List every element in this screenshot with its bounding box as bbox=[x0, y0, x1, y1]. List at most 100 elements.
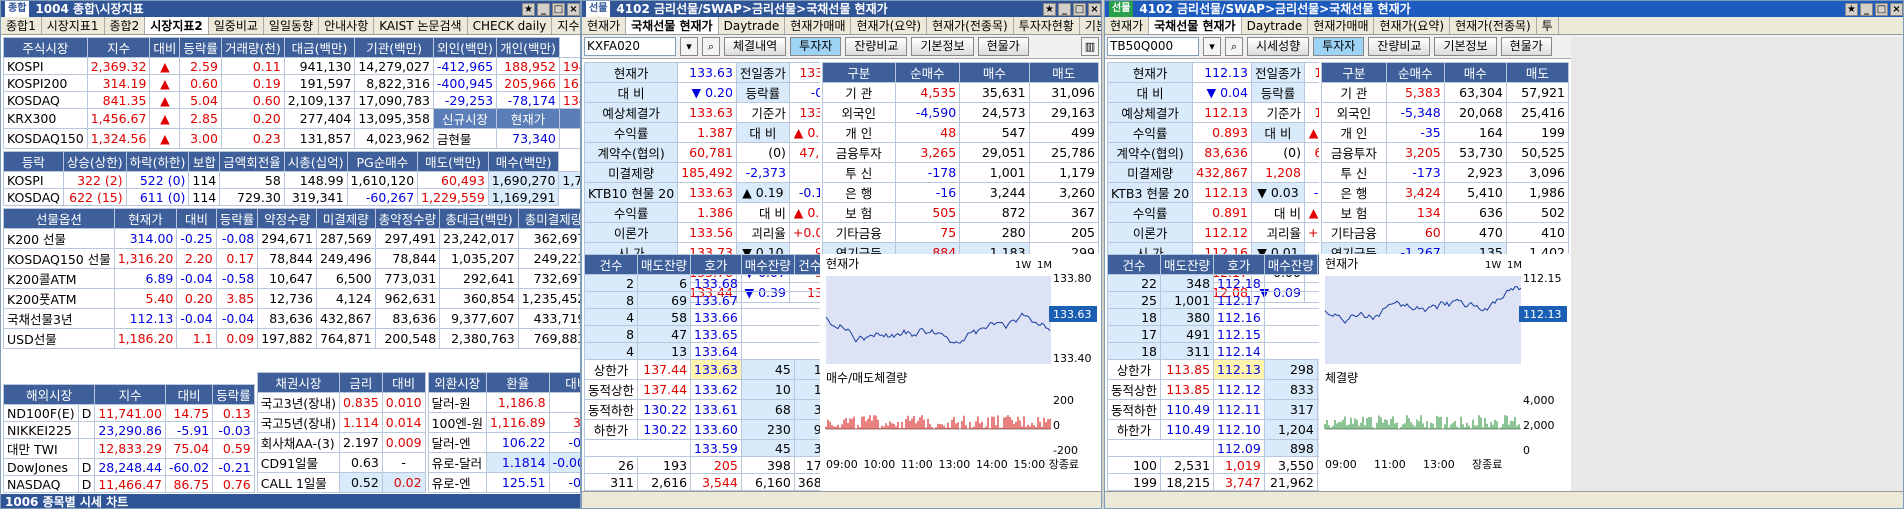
quote-row[interactable]: 현재가112.13전일종가112.17 bbox=[1107, 62, 1319, 83]
tab-2[interactable]: Daytrade bbox=[719, 17, 786, 34]
quote-row[interactable]: 수익률1.387대 비▲ 0.018 bbox=[584, 122, 820, 143]
investor-row[interactable]: 보 험 134 636 502 bbox=[1321, 202, 1569, 223]
close-icon[interactable]: × bbox=[1088, 2, 1101, 16]
ask-row[interactable]: 22 348 112.18 bbox=[1107, 274, 1319, 292]
toolbar-button-0[interactable]: 시세성향 bbox=[1247, 37, 1310, 56]
quote-row[interactable]: 예상체결가133.63기준가133.83 bbox=[584, 102, 820, 123]
title-bar[interactable]: 선물 4102 금리선물/SWAP>금리선물>국채선물 현재가 ★ _ □ × bbox=[1105, 1, 1903, 17]
ask-row[interactable]: 2 6 133.68 bbox=[584, 274, 820, 292]
bid-row[interactable]: 동적하한110.49112.1131719 bbox=[1107, 399, 1319, 420]
table-row[interactable]: K200풋ATM 5.40 0.20 3.85 12,736 4,124 962,631 36… bbox=[3, 288, 580, 309]
table-row[interactable]: 달러-엔106.22-0.17 bbox=[427, 432, 580, 453]
quote-row[interactable]: 수익률0.891대 비▲ 0.010 bbox=[1107, 202, 1319, 223]
dropdown-icon[interactable]: ▾ bbox=[1203, 37, 1221, 56]
tab-6[interactable]: 투자자현황 bbox=[1014, 17, 1080, 34]
toolbar-button-4[interactable]: 현물가 bbox=[977, 37, 1029, 56]
tab-9[interactable]: 지수편집 bbox=[552, 17, 580, 34]
bid-row[interactable]: 상한가137.44133.63451 bbox=[584, 359, 820, 380]
bid-row[interactable]: 하한가110.49112.101,20421 bbox=[1107, 419, 1319, 440]
tab-3[interactable]: 현재가매매 bbox=[785, 17, 852, 34]
ask-row[interactable]: 18 380 112.16 bbox=[1107, 308, 1319, 326]
bid-row[interactable]: 상한가113.85112.132985 bbox=[1107, 359, 1319, 380]
ask-row[interactable]: 17 491 112.15 bbox=[1107, 325, 1319, 343]
bid-row[interactable]: 동적하한130.22133.61683 bbox=[584, 399, 820, 420]
quote-row[interactable]: 미결제량185,492-2,3730 bbox=[584, 162, 820, 183]
tab-8[interactable]: CHECK daily bbox=[468, 17, 553, 34]
tab-7[interactable]: KAIST 논문검색 bbox=[374, 17, 468, 34]
toolbar-button-1[interactable]: 투자자 bbox=[790, 37, 842, 56]
table-row[interactable]: ND100F(E) D 11,741.00 14.75 0.13 bbox=[3, 404, 255, 422]
table-row[interactable]: K200콜ATM 6.89 -0.04 -0.58 10,647 6,500 773,031… bbox=[3, 268, 580, 289]
quote-row[interactable]: 대 비▼ 0.04등락률-0.04 bbox=[1107, 82, 1319, 103]
minimize-icon[interactable]: _ bbox=[1860, 2, 1873, 16]
table-row[interactable]: KOSPI 2,369.32 ▲ 2.59 0.11 941,130 14,279,027-… bbox=[3, 57, 580, 75]
table-row[interactable]: 회사채AA-(3) 2.197 0.009 bbox=[256, 432, 426, 453]
table-row[interactable]: CD91일물 0.63- bbox=[256, 452, 426, 473]
investor-row[interactable]: 기타금융 75 280 205 bbox=[822, 222, 1099, 243]
search-icon[interactable]: ⌕ bbox=[1225, 37, 1243, 56]
table-row[interactable]: KOSDAQ 841.35 ▲ 5.04 0.60 2,109,137 17,090,783… bbox=[3, 91, 580, 109]
investor-row[interactable]: 금융투자 3,205 53,730 50,525 bbox=[1321, 142, 1569, 163]
tab-3[interactable]: 시장지표2 bbox=[145, 17, 209, 34]
table-row[interactable]: KOSPI200 314.19 ▲ 0.60 0.19 191,597 8,822,316-… bbox=[3, 74, 580, 92]
close-icon[interactable]: × bbox=[567, 2, 580, 16]
ask-row[interactable]: 4 58 133.66 bbox=[584, 308, 820, 326]
bid-row[interactable]: 하한가130.22133.602309 bbox=[584, 419, 820, 440]
quote-row[interactable]: 계약수(협의)83,636(0)68,377 bbox=[1107, 142, 1319, 163]
investor-row[interactable]: 기타금융 60 470 410 bbox=[1321, 222, 1569, 243]
dropdown-icon[interactable]: ▾ bbox=[680, 37, 698, 56]
tab-5[interactable]: 일일동향 bbox=[264, 17, 320, 34]
table-row[interactable]: 달러-원1,186.81.7 bbox=[427, 392, 580, 413]
table-row[interactable]: DowJones D 28,248.44 -60.02 -0.21 bbox=[3, 458, 255, 476]
toolbar-button-0[interactable]: 체결내역 bbox=[724, 37, 787, 56]
table-row[interactable]: 100엔-원1,116.893.06 bbox=[427, 412, 580, 433]
tab-6[interactable]: 투 bbox=[1537, 17, 1559, 34]
tab-7[interactable]: 기본 bbox=[1080, 17, 1101, 34]
star-icon[interactable]: ★ bbox=[522, 2, 535, 16]
table-row[interactable]: 대만 TWI 12,833.29 75.04 0.59 bbox=[3, 438, 255, 459]
table-row[interactable]: KOSDAQ 622 (15) 611 (0) 114 729.30 319,341 -60… bbox=[3, 188, 581, 206]
bid-row[interactable]: 133.59453 bbox=[584, 439, 820, 457]
toolbar-button-1[interactable]: 투자자 bbox=[1313, 37, 1365, 56]
quote-row[interactable]: 이론가133.56괴리율+0.05% bbox=[584, 222, 820, 243]
ask-row[interactable]: 8 47 133.65 bbox=[584, 325, 820, 343]
tab-3[interactable]: 현재가매매 bbox=[1308, 17, 1375, 34]
tab-4[interactable]: 현재가(요약) bbox=[1374, 17, 1451, 34]
quote-row[interactable]: 대 비▼ 0.20등락률-0.15 bbox=[584, 82, 820, 103]
investor-row[interactable]: 은 행 -16 3,244 3,260 bbox=[822, 182, 1099, 203]
table-row[interactable]: NIKKEI225 23,290.86 -5.91 -0.03 bbox=[3, 421, 255, 439]
period-toggle[interactable]: 1M bbox=[1037, 260, 1052, 271]
table-row[interactable]: 국고3년(장내) 0.835 0.010 bbox=[256, 392, 426, 413]
code-input[interactable]: TB50Q000 bbox=[1107, 37, 1199, 56]
bid-row[interactable]: 동적상한137.44133.62101 bbox=[584, 379, 820, 400]
tab-1[interactable]: 국채선물 현재가 bbox=[1149, 17, 1242, 34]
table-row[interactable]: USD선물 1,186.20 1.1 0.09 197,882 764,871 200,54… bbox=[3, 328, 580, 349]
investor-row[interactable]: 기 관 4,535 35,631 31,096 bbox=[822, 82, 1099, 103]
toolbar-button-3[interactable]: 기본정보 bbox=[1434, 37, 1497, 56]
quote-row[interactable]: KTB10 현물 20133.63▲ 0.19-0.14% bbox=[584, 182, 820, 203]
quote-row[interactable]: KTB3 현물 20112.13▼ 0.03-0.03% bbox=[1107, 182, 1319, 203]
investor-row[interactable]: 투 신 -178 1,001 1,179 bbox=[822, 162, 1099, 183]
minimize-icon[interactable]: _ bbox=[537, 2, 550, 16]
table-row[interactable]: KOSPI 322 (2) 522 (0) 114 58 148.99 1,610,120 6… bbox=[3, 171, 580, 189]
chart-icon[interactable]: ▥ bbox=[1081, 37, 1099, 56]
tab-0[interactable]: 현재가 bbox=[1105, 17, 1150, 34]
investor-row[interactable]: 외국인 -4,590 24,573 29,163 bbox=[822, 102, 1099, 123]
tab-6[interactable]: 안내사항 bbox=[319, 17, 375, 34]
table-row[interactable]: 유로-달러1.1814-0.0020 bbox=[427, 452, 580, 473]
tab-5[interactable]: 현재가(전종목) bbox=[927, 17, 1014, 34]
table-row[interactable]: KRX300 1,456.67 ▲ 2.85 0.20 277,404 13,095,358… bbox=[3, 108, 580, 129]
bid-row[interactable]: 동적상한113.85112.1283313 bbox=[1107, 379, 1319, 400]
tab-0[interactable]: 종합1 bbox=[1, 17, 42, 34]
table-row[interactable]: 국채선물3년 112.13 -0.04 -0.04 83,636 432,867 83,63… bbox=[3, 308, 580, 329]
star-icon[interactable]: ★ bbox=[1845, 2, 1858, 16]
period-toggle[interactable]: 1M bbox=[1507, 260, 1522, 271]
quote-row[interactable]: 이론가112.12괴리율+0.01% bbox=[1107, 222, 1319, 243]
toolbar-button-2[interactable]: 잔량비교 bbox=[1368, 37, 1431, 56]
table-row[interactable]: K200 선물 314.00 -0.25 -0.08 294,671 287,569 297… bbox=[3, 228, 580, 249]
table-row[interactable]: 유로-엔125.51-0.41 bbox=[427, 472, 580, 493]
table-row[interactable]: NASDAQ D 11,466.47 86.75 0.76 bbox=[3, 475, 255, 493]
quote-row[interactable]: 수익률0.893대 비▲ 0.012 bbox=[1107, 122, 1319, 143]
investor-row[interactable]: 투 신 -173 2,923 3,096 bbox=[1321, 162, 1569, 183]
table-row[interactable]: CALL 1일물 0.52 0.02 bbox=[256, 472, 426, 493]
